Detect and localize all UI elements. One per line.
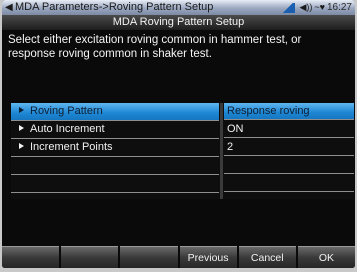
breadcrumb: MDA Parameters->Roving Pattern Setup (15, 1, 214, 13)
clock: 16:27 (326, 2, 352, 13)
expand-arrow-icon (19, 107, 24, 114)
row-label: Increment Points (11, 139, 219, 157)
row-label (11, 175, 219, 193)
row-value[interactable]: ON (224, 121, 354, 138)
row-value[interactable]: Response roving (224, 103, 354, 120)
settings-table: Roving Pattern Response roving Auto Incr… (11, 103, 354, 199)
cancel-button[interactable]: Cancel (238, 246, 296, 268)
softkey-1[interactable] (2, 246, 60, 268)
signal-icon (281, 2, 296, 13)
table-row-increment-points[interactable]: Increment Points 2 (11, 139, 354, 157)
expand-arrow-icon (19, 125, 24, 132)
table-row-empty (11, 157, 354, 175)
table-row-auto-increment[interactable]: Auto Increment ON (11, 121, 354, 139)
description-text: Select either excitation roving common i… (8, 34, 302, 60)
speaker-icon[interactable]: ◀)) (299, 0, 312, 15)
row-value (224, 157, 354, 174)
row-label: Auto Increment (11, 121, 219, 139)
previous-button[interactable]: Previous (179, 246, 237, 268)
table-row-roving-pattern[interactable]: Roving Pattern Response roving (11, 103, 354, 121)
row-label (11, 157, 219, 175)
status-area: ◀)) ~♥ 16:27 (281, 0, 352, 15)
title-bar: ◀ MDA Parameters->Roving Pattern Setup ◀… (2, 0, 355, 15)
expand-arrow-icon (19, 143, 24, 150)
softkey-3[interactable] (120, 246, 178, 268)
back-arrow-icon[interactable]: ◀ (5, 0, 13, 15)
softkey-bar: Previous Cancel OK (2, 246, 355, 268)
row-label: Roving Pattern (11, 103, 219, 121)
table-row-empty (11, 175, 354, 193)
row-value (224, 175, 354, 192)
ok-button[interactable]: OK (297, 246, 355, 268)
softkey-2[interactable] (61, 246, 119, 268)
device-frame: ◀ MDA Parameters->Roving Pattern Setup ◀… (0, 0, 357, 272)
page-title: MDA Roving Pattern Setup (2, 15, 355, 30)
row-value[interactable]: 2 (224, 139, 354, 156)
screen: ◀ MDA Parameters->Roving Pattern Setup ◀… (2, 0, 355, 268)
battery-icon: ~♥ (314, 2, 325, 12)
